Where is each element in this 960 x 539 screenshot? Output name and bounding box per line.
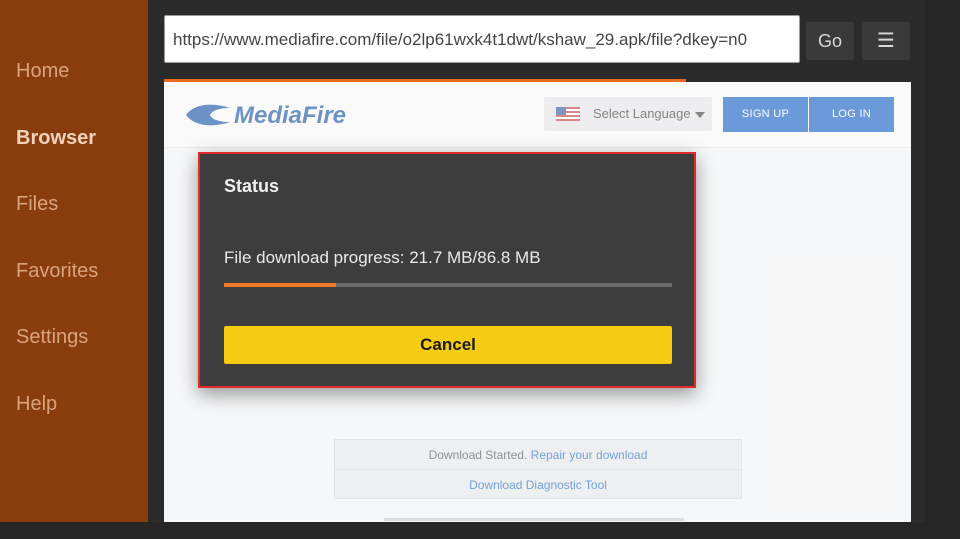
- go-button[interactable]: Go: [806, 22, 854, 60]
- bottom-edge: [0, 522, 960, 539]
- url-text: https://www.mediafire.com/file/o2lp61wxk…: [173, 30, 748, 49]
- sidebar-item-settings[interactable]: Settings: [16, 326, 88, 349]
- download-progress-bar: [224, 283, 672, 287]
- download-progress-text: File download progress: 21.7 MB/86.8 MB: [224, 248, 541, 267]
- sidebar-item-home[interactable]: Home: [16, 60, 69, 83]
- hamburger-icon[interactable]: ☰: [862, 22, 910, 60]
- sidebar: Home Browser Files Favorites Settings He…: [0, 0, 148, 539]
- url-input[interactable]: https://www.mediafire.com/file/o2lp61wxk…: [164, 15, 800, 63]
- download-progress-fill: [224, 283, 336, 287]
- status-dialog: Status File download progress: 21.7 MB/8…: [198, 152, 696, 388]
- sidebar-item-favorites[interactable]: Favorites: [16, 260, 98, 283]
- sidebar-item-help[interactable]: Help: [16, 393, 57, 416]
- sidebar-item-browser[interactable]: Browser: [16, 127, 96, 150]
- right-edge: [925, 0, 960, 539]
- sidebar-item-files[interactable]: Files: [16, 193, 58, 216]
- dialog-title: Status: [224, 176, 280, 196]
- downloader-app: Home Browser Files Favorites Settings He…: [0, 0, 960, 539]
- cancel-button[interactable]: Cancel: [224, 326, 672, 364]
